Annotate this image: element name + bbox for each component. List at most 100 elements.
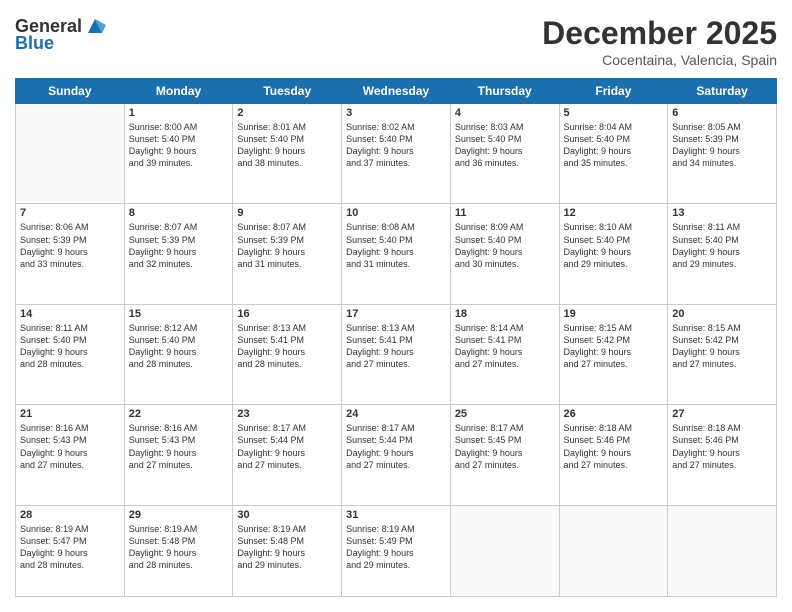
calendar-cell: 29 Sunrise: 8:19 AMSunset: 5:48 PMDayligh…: [124, 505, 233, 596]
day-number: 13: [672, 207, 772, 219]
day-info: Sunrise: 8:19 AMSunset: 5:48 PMDaylight:…: [237, 523, 337, 572]
day-info: Sunrise: 8:09 AMSunset: 5:40 PMDaylight:…: [455, 221, 555, 270]
calendar-cell: 24 Sunrise: 8:17 AMSunset: 5:44 PMDayligh…: [342, 405, 451, 505]
calendar-cell: 31Sunrise: 8:19 AMSunset: 5:49 PMDayligh…: [342, 505, 451, 596]
day-info: Sunrise: 8:10 AMSunset: 5:40 PMDaylight:…: [564, 221, 664, 270]
calendar-header-sunday: Sunday: [16, 79, 125, 104]
day-info: Sunrise: 8:19 AMSunset: 5:48 PMDaylight:…: [129, 523, 229, 572]
calendar-cell: 11 Sunrise: 8:09 AMSunset: 5:40 PMDayligh…: [450, 204, 559, 304]
day-number: 7: [20, 207, 120, 219]
calendar-header-saturday: Saturday: [668, 79, 777, 104]
day-number: 3: [346, 107, 446, 119]
calendar-header-friday: Friday: [559, 79, 668, 104]
calendar-cell: 14 Sunrise: 8:11 AMSunset: 5:40 PMDayligh…: [16, 304, 125, 404]
day-info: Sunrise: 8:11 AMSunset: 5:40 PMDaylight:…: [672, 221, 772, 270]
calendar-cell: 26 Sunrise: 8:18 AMSunset: 5:46 PMDayligh…: [559, 405, 668, 505]
calendar-cell: 15 Sunrise: 8:12 AMSunset: 5:40 PMDayligh…: [124, 304, 233, 404]
calendar-cell: 25 Sunrise: 8:17 AMSunset: 5:45 PMDayligh…: [450, 405, 559, 505]
logo: General Blue: [15, 15, 106, 54]
day-info: Sunrise: 8:01 AMSunset: 5:40 PMDaylight:…: [237, 121, 337, 170]
day-info: Sunrise: 8:04 AMSunset: 5:40 PMDaylight:…: [564, 121, 664, 170]
day-info: Sunrise: 8:19 AMSunset: 5:49 PMDaylight:…: [346, 523, 446, 572]
main-container: General Blue December 2025 Cocentaina, V…: [0, 0, 792, 612]
day-number: 22: [129, 408, 229, 420]
calendar-cell: [16, 104, 125, 204]
calendar-cell: [450, 505, 559, 596]
day-number: 2: [237, 107, 337, 119]
calendar-cell: 18 Sunrise: 8:14 AMSunset: 5:41 PMDayligh…: [450, 304, 559, 404]
calendar-cell: 5 Sunrise: 8:04 AMSunset: 5:40 PMDaylight…: [559, 104, 668, 204]
location: Cocentaina, Valencia, Spain: [542, 52, 777, 68]
day-number: 25: [455, 408, 555, 420]
day-number: 26: [564, 408, 664, 420]
calendar-header-thursday: Thursday: [450, 79, 559, 104]
day-number: 12: [564, 207, 664, 219]
calendar-cell: 22 Sunrise: 8:16 AMSunset: 5:43 PMDayligh…: [124, 405, 233, 505]
calendar-week-4: 21 Sunrise: 8:16 AMSunset: 5:43 PMDayligh…: [16, 405, 777, 505]
day-number: 28: [20, 509, 120, 521]
day-number: 21: [20, 408, 120, 420]
calendar-week-2: 7 Sunrise: 8:06 AMSunset: 5:39 PMDaylight…: [16, 204, 777, 304]
day-info: Sunrise: 8:08 AMSunset: 5:40 PMDaylight:…: [346, 221, 446, 270]
calendar-table: SundayMondayTuesdayWednesdayThursdayFrid…: [15, 78, 777, 597]
day-number: 16: [237, 308, 337, 320]
calendar-week-5: 28Sunrise: 8:19 AMSunset: 5:47 PMDayligh…: [16, 505, 777, 596]
day-number: 8: [129, 207, 229, 219]
day-info: Sunrise: 8:18 AMSunset: 5:46 PMDaylight:…: [672, 422, 772, 471]
logo-blue: Blue: [15, 33, 54, 54]
calendar-cell: 23 Sunrise: 8:17 AMSunset: 5:44 PMDayligh…: [233, 405, 342, 505]
calendar-cell: 12 Sunrise: 8:10 AMSunset: 5:40 PMDayligh…: [559, 204, 668, 304]
calendar-cell: 20 Sunrise: 8:15 AMSunset: 5:42 PMDayligh…: [668, 304, 777, 404]
calendar-cell: 3Sunrise: 8:02 AMSunset: 5:40 PMDaylight…: [342, 104, 451, 204]
day-number: 15: [129, 308, 229, 320]
calendar-week-3: 14 Sunrise: 8:11 AMSunset: 5:40 PMDayligh…: [16, 304, 777, 404]
day-number: 9: [237, 207, 337, 219]
day-info: Sunrise: 8:06 AMSunset: 5:39 PMDaylight:…: [20, 221, 120, 270]
calendar-cell: 17Sunrise: 8:13 AMSunset: 5:41 PMDayligh…: [342, 304, 451, 404]
title-area: December 2025 Cocentaina, Valencia, Spai…: [542, 15, 777, 68]
day-number: 17: [346, 308, 446, 320]
calendar-week-1: 1Sunrise: 8:00 AMSunset: 5:40 PMDaylight…: [16, 104, 777, 204]
day-info: Sunrise: 8:17 AMSunset: 5:44 PMDaylight:…: [346, 422, 446, 471]
day-info: Sunrise: 8:12 AMSunset: 5:40 PMDaylight:…: [129, 322, 229, 371]
calendar-cell: 27 Sunrise: 8:18 AMSunset: 5:46 PMDayligh…: [668, 405, 777, 505]
day-info: Sunrise: 8:15 AMSunset: 5:42 PMDaylight:…: [564, 322, 664, 371]
day-number: 4: [455, 107, 555, 119]
calendar-cell: 19 Sunrise: 8:15 AMSunset: 5:42 PMDayligh…: [559, 304, 668, 404]
day-number: 5: [564, 107, 664, 119]
day-number: 18: [455, 308, 555, 320]
day-number: 19: [564, 308, 664, 320]
calendar-cell: 6Sunrise: 8:05 AMSunset: 5:39 PMDaylight…: [668, 104, 777, 204]
day-number: 29: [129, 509, 229, 521]
day-info: Sunrise: 8:11 AMSunset: 5:40 PMDaylight:…: [20, 322, 120, 371]
day-info: Sunrise: 8:17 AMSunset: 5:45 PMDaylight:…: [455, 422, 555, 471]
logo-icon: [84, 15, 106, 37]
calendar-cell: 1Sunrise: 8:00 AMSunset: 5:40 PMDaylight…: [124, 104, 233, 204]
day-info: Sunrise: 8:05 AMSunset: 5:39 PMDaylight:…: [672, 121, 772, 170]
calendar-cell: 16 Sunrise: 8:13 AMSunset: 5:41 PMDayligh…: [233, 304, 342, 404]
calendar-cell: 13 Sunrise: 8:11 AMSunset: 5:40 PMDayligh…: [668, 204, 777, 304]
day-info: Sunrise: 8:16 AMSunset: 5:43 PMDaylight:…: [20, 422, 120, 471]
day-info: Sunrise: 8:07 AMSunset: 5:39 PMDaylight:…: [129, 221, 229, 270]
day-info: Sunrise: 8:15 AMSunset: 5:42 PMDaylight:…: [672, 322, 772, 371]
day-number: 27: [672, 408, 772, 420]
day-info: Sunrise: 8:13 AMSunset: 5:41 PMDaylight:…: [237, 322, 337, 371]
calendar-cell: 28Sunrise: 8:19 AMSunset: 5:47 PMDayligh…: [16, 505, 125, 596]
day-info: Sunrise: 8:17 AMSunset: 5:44 PMDaylight:…: [237, 422, 337, 471]
calendar-header-row: SundayMondayTuesdayWednesdayThursdayFrid…: [16, 79, 777, 104]
calendar-cell: 8 Sunrise: 8:07 AMSunset: 5:39 PMDaylight…: [124, 204, 233, 304]
day-number: 23: [237, 408, 337, 420]
calendar-header-monday: Monday: [124, 79, 233, 104]
day-info: Sunrise: 8:16 AMSunset: 5:43 PMDaylight:…: [129, 422, 229, 471]
day-info: Sunrise: 8:03 AMSunset: 5:40 PMDaylight:…: [455, 121, 555, 170]
day-info: Sunrise: 8:18 AMSunset: 5:46 PMDaylight:…: [564, 422, 664, 471]
calendar-header-tuesday: Tuesday: [233, 79, 342, 104]
day-number: 24: [346, 408, 446, 420]
day-number: 20: [672, 308, 772, 320]
calendar-cell: 7 Sunrise: 8:06 AMSunset: 5:39 PMDaylight…: [16, 204, 125, 304]
day-info: Sunrise: 8:14 AMSunset: 5:41 PMDaylight:…: [455, 322, 555, 371]
day-number: 14: [20, 308, 120, 320]
day-info: Sunrise: 8:07 AMSunset: 5:39 PMDaylight:…: [237, 221, 337, 270]
day-number: 11: [455, 207, 555, 219]
day-number: 1: [129, 107, 229, 119]
